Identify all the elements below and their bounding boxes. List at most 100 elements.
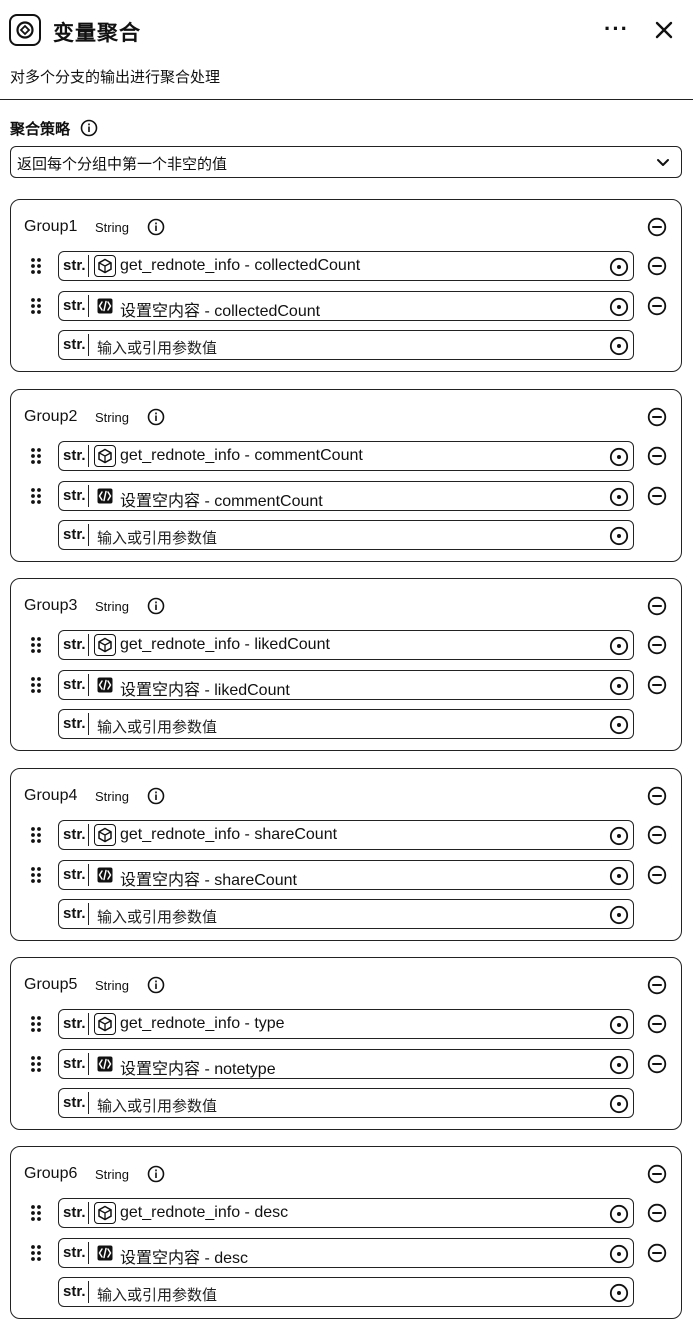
drag-handle-icon[interactable] — [30, 1055, 42, 1078]
variable-input-field[interactable]: str. 输入或引用参数值 — [58, 899, 634, 929]
reference-picker-icon[interactable] — [609, 1283, 629, 1308]
reference-picker-icon[interactable] — [609, 487, 629, 512]
variable-reference-field[interactable]: str. 设置空内容 - likedCount — [58, 670, 634, 700]
group-name: Group6 — [24, 1165, 78, 1182]
remove-variable-icon[interactable] — [647, 825, 667, 850]
variable-reference-field[interactable]: str. 设置空内容 - collectedCount — [58, 291, 634, 321]
reference-picker-icon[interactable] — [609, 636, 629, 661]
reference-picker-icon[interactable] — [609, 676, 629, 701]
reference-picker-icon[interactable] — [609, 447, 629, 472]
remove-variable-icon[interactable] — [647, 675, 667, 700]
reference-picker-icon[interactable] — [609, 297, 629, 322]
variable-input-field[interactable]: str. 输入或引用参数值 — [58, 330, 634, 360]
field-divider — [88, 1053, 89, 1075]
strategy-select[interactable]: 返回每个分组中第一个非空的值 — [10, 146, 682, 178]
variable-reference-field[interactable]: str. get_rednote_info - type — [58, 1009, 634, 1039]
close-icon[interactable] — [652, 18, 676, 42]
field-divider — [88, 485, 89, 507]
drag-handle-icon[interactable] — [30, 257, 42, 280]
drag-handle-icon[interactable] — [30, 1015, 42, 1038]
add-variable-row: str. 输入或引用参数值 — [11, 709, 683, 739]
remove-group-icon[interactable] — [647, 786, 667, 811]
more-options-button[interactable]: ··· — [604, 16, 629, 42]
group-variable-row: str. 设置空内容 - likedCount — [11, 670, 683, 700]
variable-input-field[interactable]: str. 输入或引用参数值 — [58, 1277, 634, 1307]
group-variable-row: str. get_rednote_info - type — [11, 1009, 683, 1039]
variable-reference-field[interactable]: str. 设置空内容 - notetype — [58, 1049, 634, 1079]
drag-handle-icon[interactable] — [30, 487, 42, 510]
remove-variable-icon[interactable] — [647, 1203, 667, 1228]
reference-picker-icon[interactable] — [609, 1055, 629, 1080]
remove-variable-icon[interactable] — [647, 865, 667, 890]
type-tag: str. — [63, 1244, 86, 1261]
variable-reference-field[interactable]: str. get_rednote_info - likedCount — [58, 630, 634, 660]
remove-variable-icon[interactable] — [647, 1054, 667, 1079]
drag-handle-icon[interactable] — [30, 866, 42, 889]
reference-picker-icon[interactable] — [609, 715, 629, 740]
remove-variable-icon[interactable] — [647, 296, 667, 321]
variable-input-field[interactable]: str. 输入或引用参数值 — [58, 520, 634, 550]
reference-picker-icon[interactable] — [609, 866, 629, 891]
info-icon[interactable] — [147, 976, 165, 999]
variable-input-field[interactable]: str. 输入或引用参数值 — [58, 709, 634, 739]
reference-picker-icon[interactable] — [609, 257, 629, 282]
variable-group: Group4 String str. get_rednote_info - share… — [10, 768, 682, 941]
remove-variable-icon[interactable] — [647, 486, 667, 511]
drag-handle-icon[interactable] — [30, 297, 42, 320]
field-divider — [88, 903, 89, 925]
variable-input-field[interactable]: str. 输入或引用参数值 — [58, 1088, 634, 1118]
info-icon[interactable] — [147, 597, 165, 620]
remove-group-icon[interactable] — [647, 596, 667, 621]
reference-picker-icon[interactable] — [609, 1015, 629, 1040]
variable-reference-field[interactable]: str. 设置空内容 - desc — [58, 1238, 634, 1268]
type-tag: str. — [63, 676, 86, 693]
type-tag: str. — [63, 826, 86, 843]
remove-variable-icon[interactable] — [647, 256, 667, 281]
reference-picker-icon[interactable] — [609, 336, 629, 361]
remove-group-icon[interactable] — [647, 407, 667, 432]
logic-node-icon — [94, 485, 116, 507]
group-variable-row: str. get_rednote_info - desc — [11, 1198, 683, 1228]
info-icon[interactable] — [80, 119, 98, 142]
drag-handle-icon[interactable] — [30, 1204, 42, 1227]
drag-handle-icon[interactable] — [30, 447, 42, 470]
remove-variable-icon[interactable] — [647, 446, 667, 471]
input-placeholder: 输入或引用参数值 — [97, 719, 218, 736]
info-icon[interactable] — [147, 408, 165, 431]
variable-reference-text: 设置空内容 - desc — [120, 1250, 249, 1267]
logic-node-icon — [94, 1242, 116, 1264]
type-tag: str. — [63, 1015, 86, 1032]
variable-reference-field[interactable]: str. get_rednote_info - shareCount — [58, 820, 634, 850]
reference-picker-icon[interactable] — [609, 1244, 629, 1269]
reference-picker-icon[interactable] — [609, 526, 629, 551]
remove-variable-icon[interactable] — [647, 635, 667, 660]
info-icon[interactable] — [147, 218, 165, 241]
reference-picker-icon[interactable] — [609, 1094, 629, 1119]
reference-picker-icon[interactable] — [609, 1204, 629, 1229]
remove-variable-icon[interactable] — [647, 1014, 667, 1039]
drag-handle-icon[interactable] — [30, 826, 42, 849]
reference-picker-icon[interactable] — [609, 826, 629, 851]
type-tag: str. — [63, 1094, 86, 1111]
remove-group-icon[interactable] — [647, 217, 667, 242]
variable-reference-field[interactable]: str. 设置空内容 - shareCount — [58, 860, 634, 890]
drag-handle-icon[interactable] — [30, 676, 42, 699]
variable-reference-field[interactable]: str. 设置空内容 - commentCount — [58, 481, 634, 511]
remove-variable-icon[interactable] — [647, 1243, 667, 1268]
type-tag: str. — [63, 715, 86, 732]
remove-group-icon[interactable] — [647, 1164, 667, 1189]
variable-reference-field[interactable]: str. get_rednote_info - desc — [58, 1198, 634, 1228]
drag-handle-icon[interactable] — [30, 1244, 42, 1267]
info-icon[interactable] — [147, 787, 165, 810]
remove-group-icon[interactable] — [647, 975, 667, 1000]
field-divider — [88, 1013, 89, 1035]
variable-reference-field[interactable]: str. get_rednote_info - commentCount — [58, 441, 634, 471]
variable-reference-field[interactable]: str. get_rednote_info - collectedCount — [58, 251, 634, 281]
info-icon[interactable] — [147, 1165, 165, 1188]
drag-handle-icon[interactable] — [30, 636, 42, 659]
field-divider — [88, 524, 89, 546]
group-type: String — [95, 599, 129, 614]
reference-picker-icon[interactable] — [609, 905, 629, 930]
code-node-icon — [94, 1013, 116, 1035]
group-name: Group3 — [24, 597, 78, 614]
